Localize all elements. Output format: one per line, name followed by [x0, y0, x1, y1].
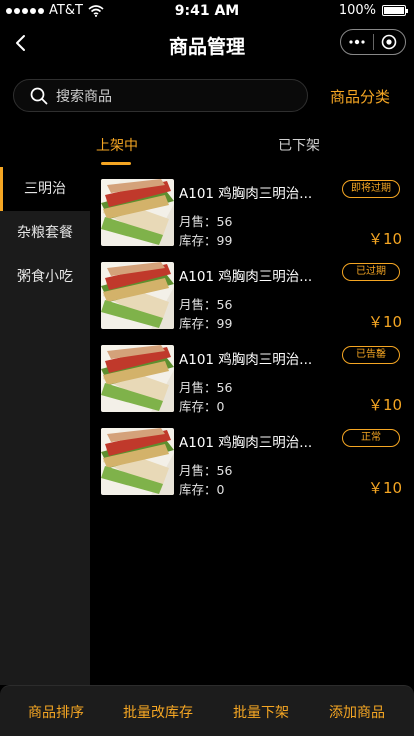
product-item[interactable]: A101 鸡胸肉三明治... 即将过期 月售：56 库存：99 ￥10 — [90, 167, 414, 250]
status-bar: AT&T 9:41 AM 100% — [0, 0, 414, 22]
product-image — [101, 428, 174, 495]
sidebar-item-sandwich[interactable]: 三明治 — [0, 167, 90, 211]
product-name: A101 鸡胸肉三明治... — [179, 186, 313, 202]
active-tab-indicator — [101, 162, 131, 165]
sidebar-item-grain-set[interactable]: 杂粮套餐 — [0, 211, 90, 255]
mini-program-capsule — [340, 29, 406, 55]
product-price: ￥10 — [368, 313, 403, 331]
status-badge: 正常 — [342, 429, 400, 447]
product-name: A101 鸡胸肉三明治... — [179, 352, 313, 368]
status-badge: 已告罄 — [342, 346, 400, 364]
product-image — [101, 179, 174, 246]
stock-count: 库存：99 — [179, 233, 233, 248]
close-button[interactable] — [374, 30, 406, 54]
product-list: A101 鸡胸肉三明治... 即将过期 月售：56 库存：99 ￥10 A101… — [90, 167, 414, 685]
content-area: 三明治 杂粮套餐 粥食小吃 A101 鸡胸肉三明治... 即将过期 月售：56 … — [0, 167, 414, 685]
product-image — [101, 345, 174, 412]
monthly-sales: 月售：56 — [179, 380, 233, 395]
battery-icon — [382, 5, 408, 16]
product-name: A101 鸡胸肉三明治... — [179, 435, 313, 451]
sidebar-item-porridge-snacks[interactable]: 粥食小吃 — [0, 255, 90, 299]
target-icon — [381, 34, 397, 50]
add-product-button[interactable]: 添加商品 — [329, 702, 385, 722]
product-item[interactable]: A101 鸡胸肉三明治... 已告罄 月售：56 库存：0 ￥10 — [90, 333, 414, 416]
product-name: A101 鸡胸肉三明治... — [179, 269, 313, 285]
bulk-unlist-button[interactable]: 批量下架 — [233, 702, 289, 722]
search-icon — [30, 87, 48, 105]
more-dots-icon — [349, 39, 365, 45]
battery-percent: 100% — [338, 3, 376, 18]
status-badge: 即将过期 — [342, 180, 400, 198]
product-price: ￥10 — [368, 396, 403, 414]
more-button[interactable] — [341, 30, 373, 54]
product-price: ￥10 — [368, 230, 403, 248]
bulk-edit-stock-button[interactable]: 批量改库存 — [123, 702, 193, 722]
search-input[interactable] — [54, 80, 298, 113]
stock-count: 库存：0 — [179, 482, 225, 497]
stock-count: 库存：99 — [179, 316, 233, 331]
product-item[interactable]: A101 鸡胸肉三明治... 正常 月售：56 库存：0 ￥10 — [90, 416, 414, 499]
product-image — [101, 262, 174, 329]
nav-bar: 商品管理 — [0, 22, 414, 66]
status-tabs: 上架中 已下架 — [0, 128, 414, 166]
monthly-sales: 月售：56 — [179, 463, 233, 478]
monthly-sales: 月售：56 — [179, 297, 233, 312]
sort-products-button[interactable]: 商品排序 — [28, 702, 84, 722]
monthly-sales: 月售：56 — [179, 214, 233, 229]
search-row: 商品分类 — [0, 79, 414, 113]
tab-on-shelf[interactable]: 上架中 — [96, 135, 138, 155]
product-item[interactable]: A101 鸡胸肉三明治... 已过期 月售：56 库存：99 ￥10 — [90, 250, 414, 333]
tab-off-shelf[interactable]: 已下架 — [278, 135, 320, 155]
status-badge: 已过期 — [342, 263, 400, 281]
status-right: 100% — [338, 3, 408, 18]
stock-count: 库存：0 — [179, 399, 225, 414]
search-box[interactable] — [13, 79, 308, 113]
bottom-action-bar: 商品排序 批量改库存 批量下架 添加商品 — [0, 685, 414, 736]
category-link[interactable]: 商品分类 — [330, 86, 390, 107]
category-sidebar: 三明治 杂粮套餐 粥食小吃 — [0, 167, 90, 685]
product-price: ￥10 — [368, 479, 403, 497]
